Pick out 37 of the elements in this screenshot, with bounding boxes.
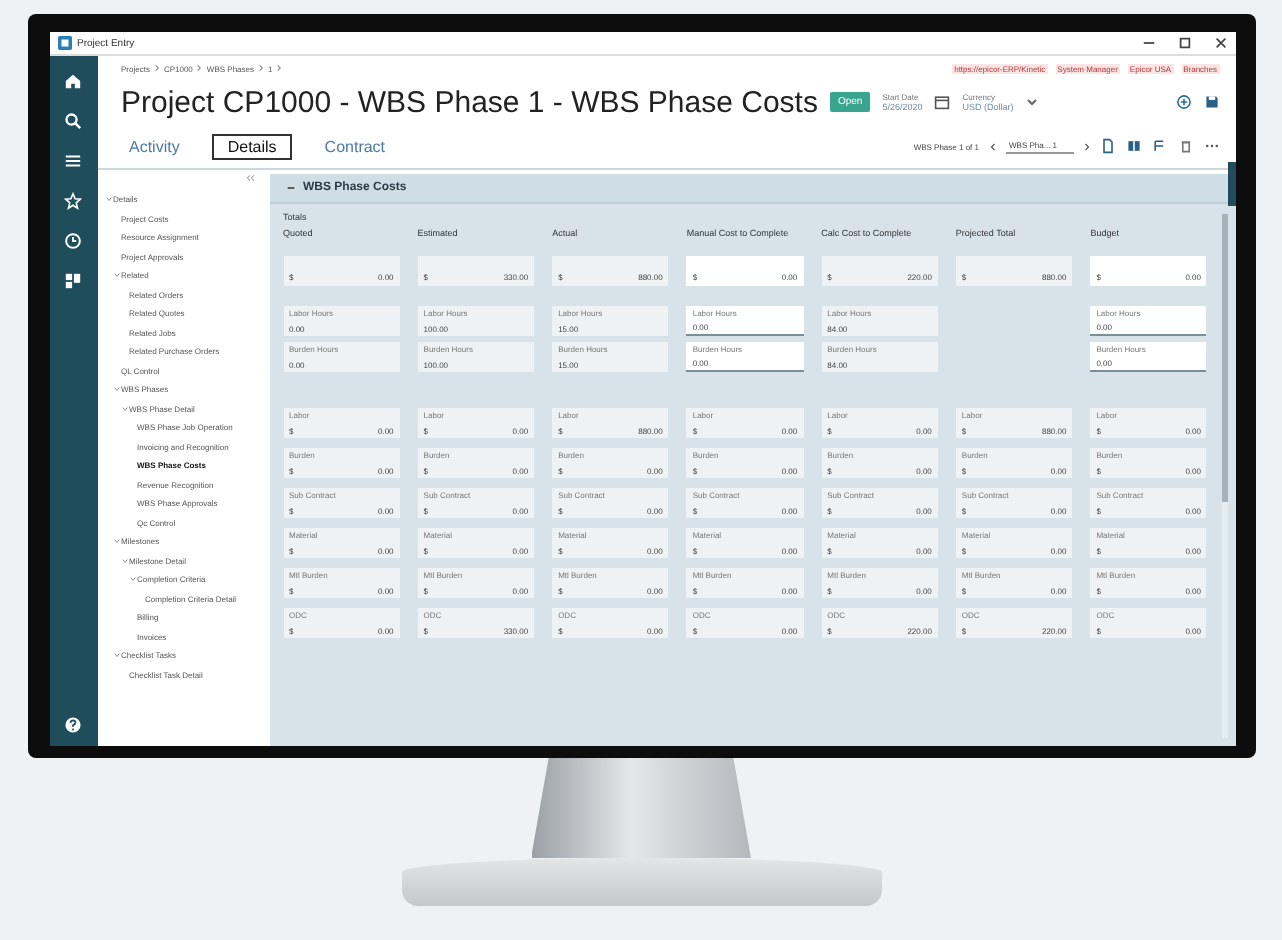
trash-icon[interactable] xyxy=(1177,138,1193,154)
star-icon[interactable] xyxy=(64,192,82,210)
calendar-icon[interactable] xyxy=(934,94,951,110)
caret-icon[interactable] xyxy=(113,538,119,545)
next-icon[interactable] xyxy=(1083,141,1089,151)
caret-icon[interactable] xyxy=(121,557,127,564)
page-title: Project CP1000 - WBS Phase 1 - WBS Phase Costs xyxy=(121,85,818,119)
tab[interactable]: Details xyxy=(211,133,293,159)
help-icon[interactable] xyxy=(64,716,82,734)
menu-icon[interactable] xyxy=(64,152,82,170)
close-icon[interactable] xyxy=(1213,36,1227,50)
caret-icon[interactable] xyxy=(1025,98,1038,106)
book-icon[interactable] xyxy=(1125,138,1141,154)
caret-icon[interactable] xyxy=(113,652,119,659)
tab[interactable]: Contract xyxy=(308,133,402,159)
chevron-icon xyxy=(153,64,160,72)
caret-icon[interactable] xyxy=(105,196,111,203)
chevron-icon xyxy=(196,64,203,72)
collapse-icon[interactable] xyxy=(285,184,295,192)
maximize-icon[interactable] xyxy=(1177,36,1191,50)
home-icon[interactable] xyxy=(64,72,82,90)
scrollbar[interactable] xyxy=(1221,214,1227,738)
caret-icon[interactable] xyxy=(121,405,127,412)
caret-icon[interactable] xyxy=(113,272,119,279)
clock-icon[interactable] xyxy=(64,232,82,250)
search-icon[interactable] xyxy=(64,112,82,130)
caret-icon[interactable] xyxy=(113,386,119,393)
chevron-icon xyxy=(258,64,264,72)
minimize-icon[interactable] xyxy=(1141,36,1155,50)
grid-icon[interactable] xyxy=(64,272,82,290)
chevron-icon xyxy=(276,64,283,72)
caret-icon[interactable] xyxy=(129,576,135,583)
document-icon[interactable] xyxy=(1099,138,1115,154)
tab[interactable]: Activity xyxy=(113,133,196,159)
add-icon[interactable] xyxy=(1175,94,1191,110)
previous-icon[interactable] xyxy=(989,141,995,151)
save-icon[interactable] xyxy=(1203,94,1219,110)
